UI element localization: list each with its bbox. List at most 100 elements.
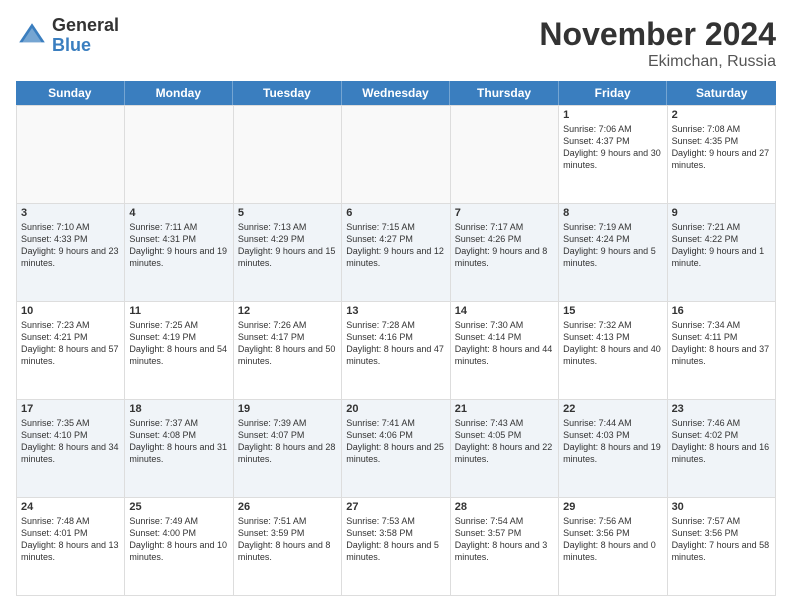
- day-info: Sunrise: 7:57 AMSunset: 3:56 PMDaylight:…: [672, 515, 771, 564]
- day-cell-7: 7 Sunrise: 7:17 AMSunset: 4:26 PMDaylight…: [451, 204, 559, 302]
- day-number: 10: [21, 305, 120, 317]
- day-cell-14: 14 Sunrise: 7:30 AMSunset: 4:14 PMDayligh…: [451, 302, 559, 400]
- day-cell-19: 19Sunrise: 7:39 AMSunset: 4:07 PMDayligh…: [234, 400, 342, 498]
- location: Ekimchan, Russia: [539, 53, 776, 71]
- day-info: Sunrise: 7:48 AMSunset: 4:01 PMDaylight:…: [21, 515, 120, 564]
- calendar-body: 1 Sunrise: 7:06 AMSunset: 4:37 PMDaylight…: [16, 105, 776, 596]
- day-number: 6: [346, 207, 445, 219]
- day-info: Sunrise: 7:21 AMSunset: 4:22 PMDaylight:…: [672, 221, 771, 270]
- day-number: 3: [21, 207, 120, 219]
- day-number: 12: [238, 305, 337, 317]
- day-cell-8: 8 Sunrise: 7:19 AMSunset: 4:24 PMDaylight…: [559, 204, 667, 302]
- day-number: 8: [563, 207, 662, 219]
- day-cell-23: 23 Sunrise: 7:46 AMSunset: 4:02 PMDayligh…: [668, 400, 776, 498]
- day-number: 30: [672, 501, 771, 513]
- day-number: 27: [346, 501, 445, 513]
- weekday-header-wednesday: Wednesday: [342, 81, 451, 105]
- day-number: 25: [129, 501, 228, 513]
- day-number: 4: [129, 207, 228, 219]
- day-number: 5: [238, 207, 337, 219]
- day-info: Sunrise: 7:23 AMSunset: 4:21 PMDaylight:…: [21, 319, 120, 368]
- day-cell-25: 25 Sunrise: 7:49 AMSunset: 4:00 PMDayligh…: [125, 498, 233, 596]
- empty-cell: [342, 106, 450, 204]
- day-cell-30: 30 Sunrise: 7:57 AMSunset: 3:56 PMDayligh…: [668, 498, 776, 596]
- day-info: Sunrise: 7:28 AMSunset: 4:16 PMDaylight:…: [346, 319, 445, 368]
- day-cell-17: 17 Sunrise: 7:35 AMSunset: 4:10 PMDayligh…: [17, 400, 125, 498]
- day-info: Sunrise: 7:41 AMSunset: 4:06 PMDaylight:…: [346, 417, 445, 466]
- day-number: 18: [129, 403, 228, 415]
- header: General Blue November 2024 Ekimchan, Rus…: [16, 16, 776, 71]
- day-info: Sunrise: 7:44 AMSunset: 4:03 PMDaylight:…: [563, 417, 662, 466]
- weekday-header-sunday: Sunday: [16, 81, 125, 105]
- day-number: 13: [346, 305, 445, 317]
- day-number: 14: [455, 305, 554, 317]
- day-info: Sunrise: 7:49 AMSunset: 4:00 PMDaylight:…: [129, 515, 228, 564]
- day-info: Sunrise: 7:34 AMSunset: 4:11 PMDaylight:…: [672, 319, 771, 368]
- day-number: 7: [455, 207, 554, 219]
- day-info: Sunrise: 7:25 AMSunset: 4:19 PMDaylight:…: [129, 319, 228, 368]
- day-number: 21: [455, 403, 554, 415]
- day-info: Sunrise: 7:15 AMSunset: 4:27 PMDaylight:…: [346, 221, 445, 270]
- weekday-header-friday: Friday: [559, 81, 668, 105]
- empty-cell: [234, 106, 342, 204]
- day-cell-18: 18 Sunrise: 7:37 AMSunset: 4:08 PMDayligh…: [125, 400, 233, 498]
- day-cell-27: 27 Sunrise: 7:53 AMSunset: 3:58 PMDayligh…: [342, 498, 450, 596]
- day-cell-2: 2Sunrise: 7:08 AMSunset: 4:35 PMDaylight…: [668, 106, 776, 204]
- day-number: 16: [672, 305, 771, 317]
- day-info: Sunrise: 7:10 AMSunset: 4:33 PMDaylight:…: [21, 221, 120, 270]
- day-cell-28: 28 Sunrise: 7:54 AMSunset: 3:57 PMDayligh…: [451, 498, 559, 596]
- day-cell-26: 26Sunrise: 7:51 AMSunset: 3:59 PMDayligh…: [234, 498, 342, 596]
- day-number: 29: [563, 501, 662, 513]
- empty-cell: [451, 106, 559, 204]
- day-info: Sunrise: 7:56 AMSunset: 3:56 PMDaylight:…: [563, 515, 662, 564]
- logo-blue-text: Blue: [52, 36, 119, 56]
- day-number: 28: [455, 501, 554, 513]
- day-info: Sunrise: 7:35 AMSunset: 4:10 PMDaylight:…: [21, 417, 120, 466]
- day-number: 17: [21, 403, 120, 415]
- day-cell-16: 16 Sunrise: 7:34 AMSunset: 4:11 PMDayligh…: [668, 302, 776, 400]
- day-info: Sunrise: 7:30 AMSunset: 4:14 PMDaylight:…: [455, 319, 554, 368]
- day-info: Sunrise: 7:39 AMSunset: 4:07 PMDaylight:…: [238, 417, 337, 466]
- day-cell-24: 24 Sunrise: 7:48 AMSunset: 4:01 PMDayligh…: [17, 498, 125, 596]
- day-cell-5: 5Sunrise: 7:13 AMSunset: 4:29 PMDaylight…: [234, 204, 342, 302]
- day-info: Sunrise: 7:46 AMSunset: 4:02 PMDaylight:…: [672, 417, 771, 466]
- day-info: Sunrise: 7:53 AMSunset: 3:58 PMDaylight:…: [346, 515, 445, 564]
- day-cell-21: 21 Sunrise: 7:43 AMSunset: 4:05 PMDayligh…: [451, 400, 559, 498]
- day-number: 23: [672, 403, 771, 415]
- weekday-header-saturday: Saturday: [667, 81, 776, 105]
- day-number: 1: [563, 109, 662, 121]
- weekday-header-thursday: Thursday: [450, 81, 559, 105]
- day-number: 26: [238, 501, 337, 513]
- title-block: November 2024 Ekimchan, Russia: [539, 16, 776, 71]
- day-info: Sunrise: 7:11 AMSunset: 4:31 PMDaylight:…: [129, 221, 228, 270]
- day-info: Sunrise: 7:54 AMSunset: 3:57 PMDaylight:…: [455, 515, 554, 564]
- weekday-header-monday: Monday: [125, 81, 234, 105]
- day-info: Sunrise: 7:19 AMSunset: 4:24 PMDaylight:…: [563, 221, 662, 270]
- day-number: 22: [563, 403, 662, 415]
- day-info: Sunrise: 7:17 AMSunset: 4:26 PMDaylight:…: [455, 221, 554, 270]
- day-cell-13: 13 Sunrise: 7:28 AMSunset: 4:16 PMDayligh…: [342, 302, 450, 400]
- day-cell-29: 29 Sunrise: 7:56 AMSunset: 3:56 PMDayligh…: [559, 498, 667, 596]
- day-cell-10: 10 Sunrise: 7:23 AMSunset: 4:21 PMDayligh…: [17, 302, 125, 400]
- day-info: Sunrise: 7:08 AMSunset: 4:35 PMDaylight:…: [672, 123, 771, 172]
- logo-text: General Blue: [52, 16, 119, 56]
- day-cell-12: 12Sunrise: 7:26 AMSunset: 4:17 PMDayligh…: [234, 302, 342, 400]
- day-info: Sunrise: 7:06 AMSunset: 4:37 PMDaylight:…: [563, 123, 662, 172]
- day-info: Sunrise: 7:43 AMSunset: 4:05 PMDaylight:…: [455, 417, 554, 466]
- day-number: 24: [21, 501, 120, 513]
- logo-general-text: General: [52, 16, 119, 36]
- day-number: 15: [563, 305, 662, 317]
- calendar-header: SundayMondayTuesdayWednesdayThursdayFrid…: [16, 81, 776, 105]
- month-title: November 2024: [539, 16, 776, 53]
- day-number: 9: [672, 207, 771, 219]
- day-number: 11: [129, 305, 228, 317]
- day-cell-4: 4 Sunrise: 7:11 AMSunset: 4:31 PMDaylight…: [125, 204, 233, 302]
- day-info: Sunrise: 7:37 AMSunset: 4:08 PMDaylight:…: [129, 417, 228, 466]
- logo: General Blue: [16, 16, 119, 56]
- day-number: 20: [346, 403, 445, 415]
- calendar: SundayMondayTuesdayWednesdayThursdayFrid…: [16, 81, 776, 596]
- page: General Blue November 2024 Ekimchan, Rus…: [0, 0, 792, 612]
- day-cell-9: 9 Sunrise: 7:21 AMSunset: 4:22 PMDaylight…: [668, 204, 776, 302]
- day-info: Sunrise: 7:32 AMSunset: 4:13 PMDaylight:…: [563, 319, 662, 368]
- day-cell-11: 11 Sunrise: 7:25 AMSunset: 4:19 PMDayligh…: [125, 302, 233, 400]
